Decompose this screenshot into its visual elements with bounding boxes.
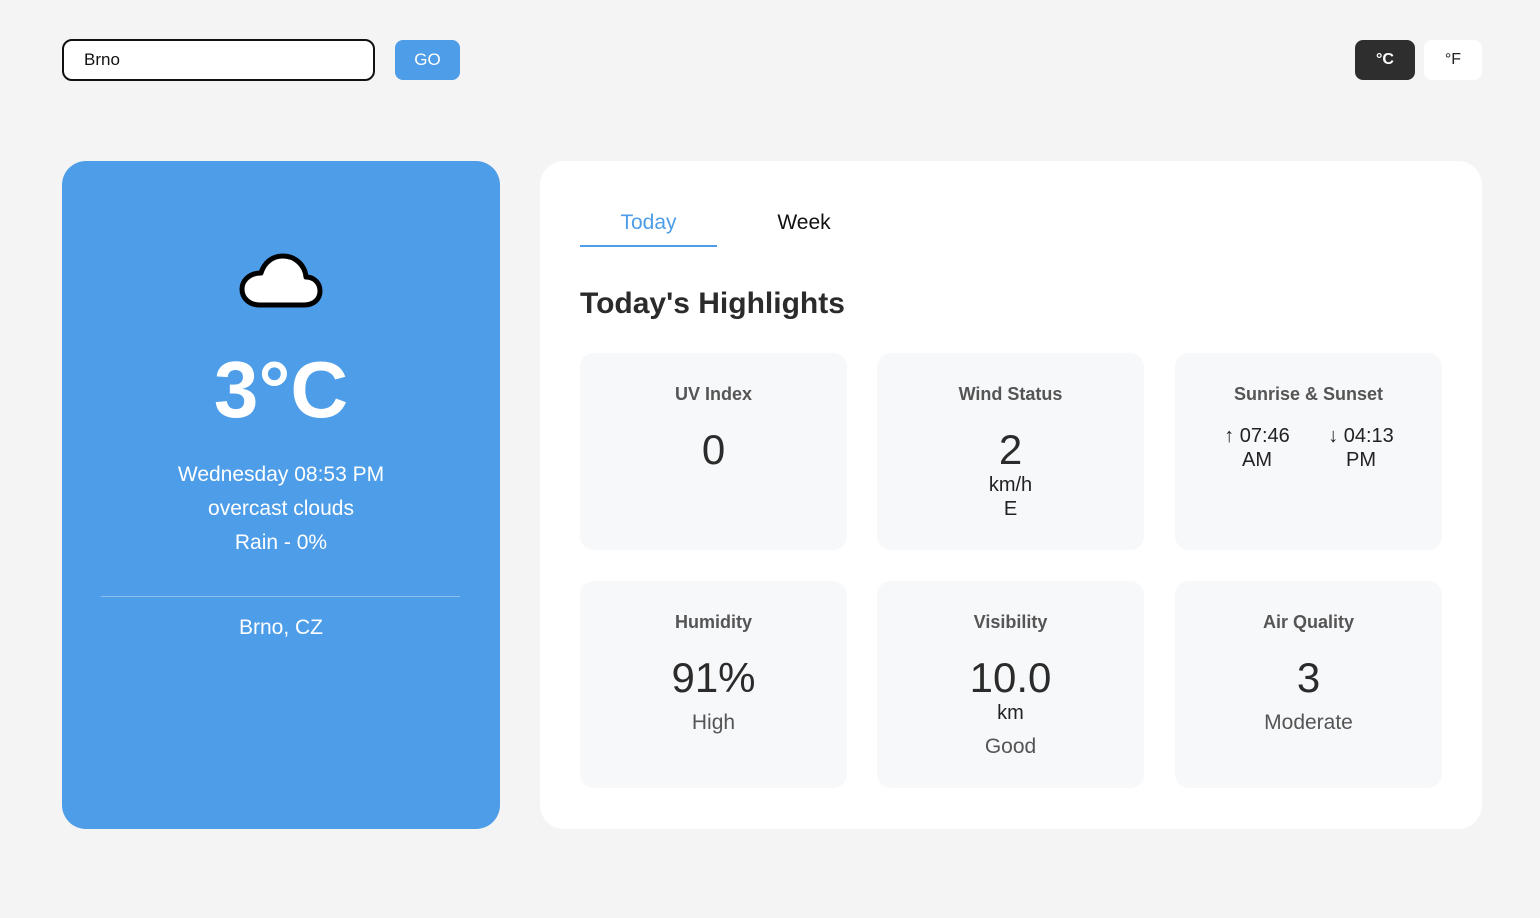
sunset-item: ↓ 04:13 PM [1316, 424, 1406, 472]
uv-index-value: 0 [701, 426, 726, 473]
air-quality-title: Air Quality [1262, 612, 1355, 632]
weather-description: overcast clouds [208, 497, 354, 520]
wind-status-title: Wind Status [958, 384, 1063, 404]
wind-speed-value: 2 [998, 426, 1023, 473]
visibility-value: 10.0 [969, 654, 1052, 701]
tab-week[interactable]: Week [737, 210, 871, 247]
fahrenheit-toggle-button[interactable]: °F [1424, 40, 1482, 80]
arrow-up-icon: ↑ [1224, 425, 1235, 447]
air-quality-card: Air Quality 3 Moderate [1175, 581, 1442, 788]
section-title: Today's Highlights [580, 287, 845, 320]
sunset-period: PM [1346, 449, 1376, 471]
cloud-icon [239, 253, 323, 308]
sunrise-period: AM [1242, 449, 1272, 471]
go-button[interactable]: GO [395, 40, 460, 80]
location-label: Brno, CZ [238, 616, 324, 639]
divider [101, 596, 460, 597]
sunset-time: 04:13 [1343, 425, 1394, 447]
celsius-toggle-button[interactable]: °C [1355, 40, 1415, 80]
sunrise-sunset-title: Sunrise & Sunset [1233, 384, 1384, 404]
wind-status-card: Wind Status 2 km/h E [877, 353, 1144, 550]
humidity-title: Humidity [674, 612, 752, 632]
wind-direction: E [1003, 498, 1018, 520]
air-quality-value: 3 [1296, 654, 1321, 701]
sunrise-sunset-card: Sunrise & Sunset ↑ 07:46 AM ↓ 04:13 PM [1175, 353, 1442, 550]
tab-today[interactable]: Today [580, 210, 717, 247]
uv-index-card: UV Index 0 [580, 353, 847, 550]
current-datetime: Wednesday 08:53 PM [177, 463, 385, 486]
humidity-value: 91% [671, 654, 756, 701]
wind-speed-unit: km/h [988, 474, 1033, 496]
visibility-title: Visibility [973, 612, 1048, 632]
sunrise-time: 07:46 [1239, 425, 1290, 447]
city-search-input[interactable] [62, 39, 375, 81]
sunrise-item: ↑ 07:46 AM [1212, 424, 1302, 472]
visibility-card: Visibility 10.0 km Good [877, 581, 1144, 788]
rain-chance: Rain - 0% [234, 531, 328, 554]
visibility-unit: km [997, 702, 1024, 724]
current-temperature: 3°C [213, 345, 349, 434]
humidity-level: High [691, 711, 736, 734]
visibility-level: Good [984, 735, 1037, 758]
air-quality-level: Moderate [1264, 711, 1353, 734]
uv-index-title: UV Index [674, 384, 753, 404]
humidity-card: Humidity 91% High [580, 581, 847, 788]
arrow-down-icon: ↓ [1328, 425, 1339, 447]
